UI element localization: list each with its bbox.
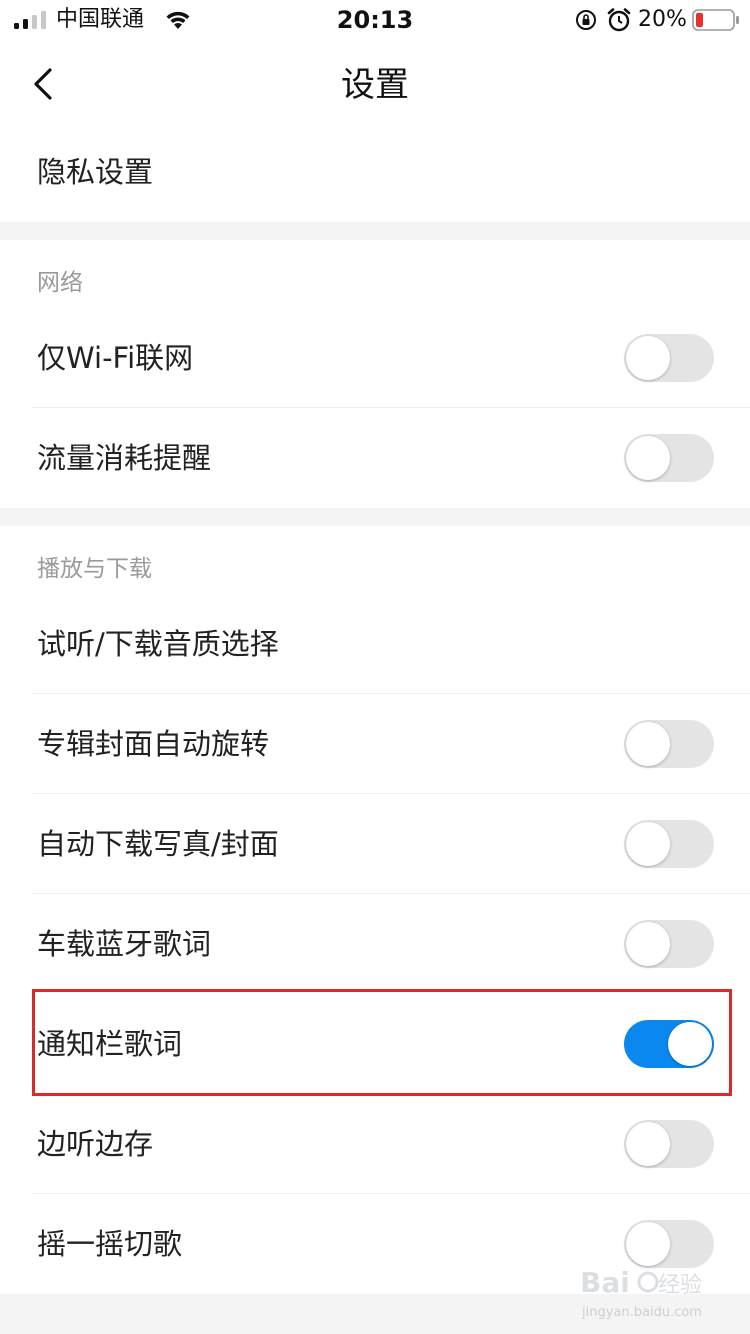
auto-download-cover-toggle[interactable] [624, 820, 714, 868]
baidu-watermark-logo: Bai 经验 jingyan.baidu.com [580, 1266, 702, 1320]
settings-row-privacy[interactable]: 隐私设置 [0, 122, 750, 222]
rotation-lock-icon [576, 10, 596, 30]
section-header-playback: 播放与下载 [37, 556, 152, 582]
toggle-knob [626, 822, 670, 866]
shake-to-switch-toggle[interactable] [624, 1220, 714, 1268]
wifi-only-toggle[interactable] [624, 334, 714, 382]
battery-percent: 20% [638, 7, 687, 32]
settings-row-notification-lyrics[interactable]: 通知栏歌词 [0, 994, 750, 1094]
section-network: 网络 [0, 240, 750, 308]
section-divider [0, 508, 750, 526]
page-title: 设置 [341, 65, 409, 105]
settings-row-album-rotate[interactable]: 专辑封面自动旋转 [0, 694, 750, 794]
row-label: 摇一摇切歌 [37, 1227, 183, 1261]
row-label: 边听边存 [37, 1127, 154, 1161]
data-usage-reminder-toggle[interactable] [624, 434, 714, 482]
row-label: 车载蓝牙歌词 [37, 927, 212, 961]
settings-row-data-usage-reminder[interactable]: 流量消耗提醒 [0, 408, 750, 508]
settings-row-cache-while-playing[interactable]: 边听边存 [0, 1094, 750, 1194]
toggle-knob [626, 722, 670, 766]
row-label: 隐私设置 [37, 155, 154, 189]
settings-row-car-bluetooth-lyrics[interactable]: 车载蓝牙歌词 [0, 894, 750, 994]
section-playback-download: 播放与下载 [0, 526, 750, 594]
album-rotate-toggle[interactable] [624, 720, 714, 768]
section-divider [0, 222, 750, 240]
row-label: 专辑封面自动旋转 [37, 727, 270, 761]
toggle-knob [626, 1122, 670, 1166]
section-header-network: 网络 [37, 270, 83, 296]
svg-text:经验: 经验 [658, 1273, 702, 1298]
notification-lyrics-toggle[interactable] [624, 1020, 714, 1068]
row-label: 仅Wi-Fi联网 [37, 341, 194, 375]
cache-while-playing-toggle[interactable] [624, 1120, 714, 1168]
row-label: 自动下载写真/封面 [37, 827, 279, 861]
battery-icon [692, 9, 739, 31]
row-label: 流量消耗提醒 [37, 441, 212, 475]
settings-row-audio-quality[interactable]: 试听/下载音质选择 [0, 594, 750, 694]
alarm-icon [607, 8, 631, 32]
toggle-knob [626, 336, 670, 380]
toggle-knob [626, 436, 670, 480]
navigation-bar: 设置 [0, 40, 750, 130]
toggle-knob [626, 922, 670, 966]
row-label: 试听/下载音质选择 [37, 627, 279, 661]
car-bluetooth-lyrics-toggle[interactable] [624, 920, 714, 968]
settings-row-auto-download-cover[interactable]: 自动下载写真/封面 [0, 794, 750, 894]
svg-text:Bai: Bai [580, 1266, 630, 1299]
status-bar: 中国联通 20:13 20% [0, 0, 750, 40]
settings-row-wifi-only[interactable]: 仅Wi-Fi联网 [0, 308, 750, 408]
row-label: 通知栏歌词 [37, 1027, 183, 1061]
watermark-url: jingyan.baidu.com [581, 1305, 702, 1320]
toggle-knob [668, 1022, 712, 1066]
toggle-knob [626, 1222, 670, 1266]
